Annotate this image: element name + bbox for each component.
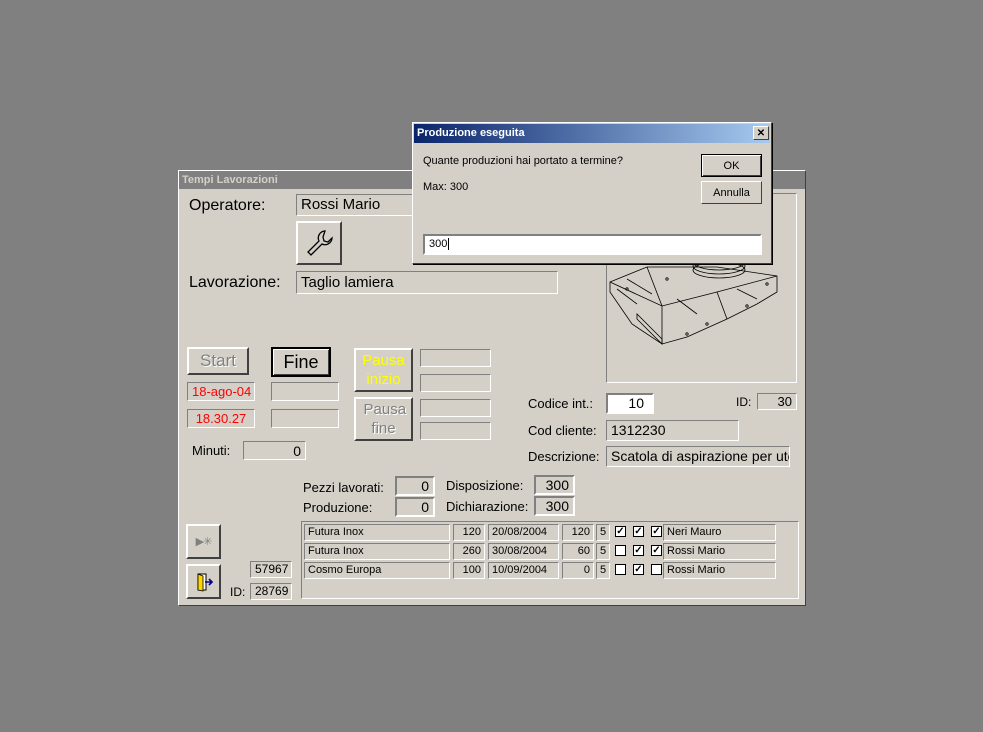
counter-field: 57967 — [250, 561, 292, 578]
pausa-inizio-label: Pausa inizio — [362, 352, 405, 388]
order-checkbox-3[interactable]: ✓ — [651, 545, 662, 556]
close-button[interactable]: ✕ — [753, 126, 769, 140]
close-icon: ✕ — [756, 127, 766, 139]
operatore-label: Operatore: — [189, 197, 266, 214]
order-cell-cliente: Futura Inox — [304, 543, 450, 560]
descrizione-field[interactable]: Scatola di aspirazione per uten — [606, 446, 790, 467]
ok-button[interactable]: OK — [701, 154, 762, 177]
order-cell-n: 5 — [596, 562, 610, 579]
order-cell-data: 10/09/2004 — [488, 562, 559, 579]
order-row[interactable]: Cosmo Europa 100 10/09/2004 0 5 ✓ Rossi Mario — [302, 562, 792, 579]
pausa-fine-start-field — [420, 399, 491, 417]
bottom-id-label: ID: — [230, 585, 246, 599]
codice-int-field[interactable]: 10 — [606, 393, 654, 414]
produzione-field: 0 — [395, 497, 435, 517]
order-cell-qty: 100 — [453, 562, 485, 579]
order-cell-operatore: Rossi Mario — [663, 562, 776, 579]
order-checkbox-2[interactable]: ✓ — [633, 564, 644, 575]
fine-button[interactable]: Fine — [271, 347, 331, 377]
order-checkbox-1[interactable] — [615, 545, 626, 556]
order-cell-data: 20/08/2004 — [488, 524, 559, 541]
annulla-button[interactable]: Annulla — [701, 181, 762, 204]
order-cell-cliente: Cosmo Europa — [304, 562, 450, 579]
wrench-icon — [307, 230, 333, 256]
pausa-inizio-end-field — [420, 374, 491, 392]
settings-button[interactable] — [296, 221, 342, 265]
dialog-title: Produzione eseguita — [414, 124, 770, 143]
order-checkbox-3[interactable]: ✓ — [651, 526, 662, 537]
dichiarazione-field: 300 — [534, 496, 575, 516]
dialog-prompt: Quante produzioni hai portato a termine? — [423, 155, 623, 167]
pezzi-lavorati-field: 0 — [395, 476, 435, 496]
record-nav-icon: ▶✳ — [195, 536, 213, 548]
order-cell-n: 5 — [596, 543, 610, 560]
orders-list: Futura Inox 120 20/08/2004 120 5 ✓ ✓ ✓ Neri Maur… — [301, 521, 799, 599]
pausa-inizio-start-field — [420, 349, 491, 367]
disposizione-field: 300 — [534, 475, 575, 495]
record-nav-button[interactable]: ▶✳ — [186, 524, 221, 559]
order-cell-qty: 260 — [453, 543, 485, 560]
order-cell-qty2: 0 — [562, 562, 594, 579]
production-input-value: 300 — [429, 238, 448, 250]
order-cell-data: 30/08/2004 — [488, 543, 559, 560]
lavorazione-field[interactable]: Taglio lamiera — [296, 271, 558, 294]
start-time-field: 18.30.27 — [187, 409, 255, 428]
order-row[interactable]: Futura Inox 120 20/08/2004 120 5 ✓ ✓ ✓ Neri Maur… — [302, 524, 792, 541]
id-field: 30 — [757, 393, 797, 410]
produzione-label: Produzione: — [303, 500, 373, 515]
pezzi-lavorati-label: Pezzi lavorati: — [303, 480, 384, 495]
order-cell-qty: 120 — [453, 524, 485, 541]
id-label: ID: — [736, 395, 752, 409]
order-checkbox-2[interactable]: ✓ — [633, 545, 644, 556]
exit-door-icon — [197, 572, 213, 591]
order-cell-qty2: 60 — [562, 543, 594, 560]
minuti-label: Minuti: — [192, 443, 231, 458]
dichiarazione-label: Dichiarazione: — [446, 499, 529, 514]
dialog-max-text: Max: 300 — [423, 181, 469, 193]
order-row[interactable]: Futura Inox 260 30/08/2004 60 5 ✓ ✓ Rossi Mario — [302, 543, 792, 560]
bottom-id-field: 28769 — [250, 583, 292, 600]
order-cell-cliente: Futura Inox — [304, 524, 450, 541]
codice-int-label: Codice int.: — [528, 396, 594, 411]
lavorazione-label: Lavorazione: — [189, 274, 281, 291]
fine-date-field — [271, 382, 339, 401]
produzione-eseguita-dialog: Produzione eseguita ✕ Quante produzioni … — [412, 122, 772, 264]
order-checkbox-1[interactable]: ✓ — [615, 526, 626, 537]
pausa-inizio-button[interactable]: Pausa inizio — [354, 348, 413, 392]
order-checkbox-1[interactable] — [615, 564, 626, 575]
order-checkbox-3[interactable] — [651, 564, 662, 575]
pausa-fine-label: Pausa fine — [363, 401, 407, 437]
fine-time-field — [271, 409, 339, 428]
order-cell-qty2: 120 — [562, 524, 594, 541]
pausa-fine-end-field — [420, 422, 491, 440]
operatore-field[interactable]: Rossi Mario — [296, 194, 416, 216]
cod-cliente-field[interactable]: 1312230 — [606, 420, 739, 441]
descrizione-label: Descrizione: — [528, 449, 600, 464]
cod-cliente-label: Cod cliente: — [528, 423, 597, 438]
exit-button[interactable] — [186, 564, 221, 599]
order-cell-operatore: Rossi Mario — [663, 543, 776, 560]
order-cell-n: 5 — [596, 524, 610, 541]
start-date-field: 18-ago-04 — [187, 382, 255, 401]
pausa-fine-button[interactable]: Pausa fine — [354, 397, 413, 441]
minuti-field: 0 — [243, 441, 306, 460]
disposizione-label: Disposizione: — [446, 478, 524, 493]
start-button[interactable]: Start — [187, 347, 249, 375]
production-input[interactable]: 300 — [423, 234, 762, 255]
order-checkbox-2[interactable]: ✓ — [633, 526, 644, 537]
order-cell-operatore: Neri Mauro — [663, 524, 776, 541]
